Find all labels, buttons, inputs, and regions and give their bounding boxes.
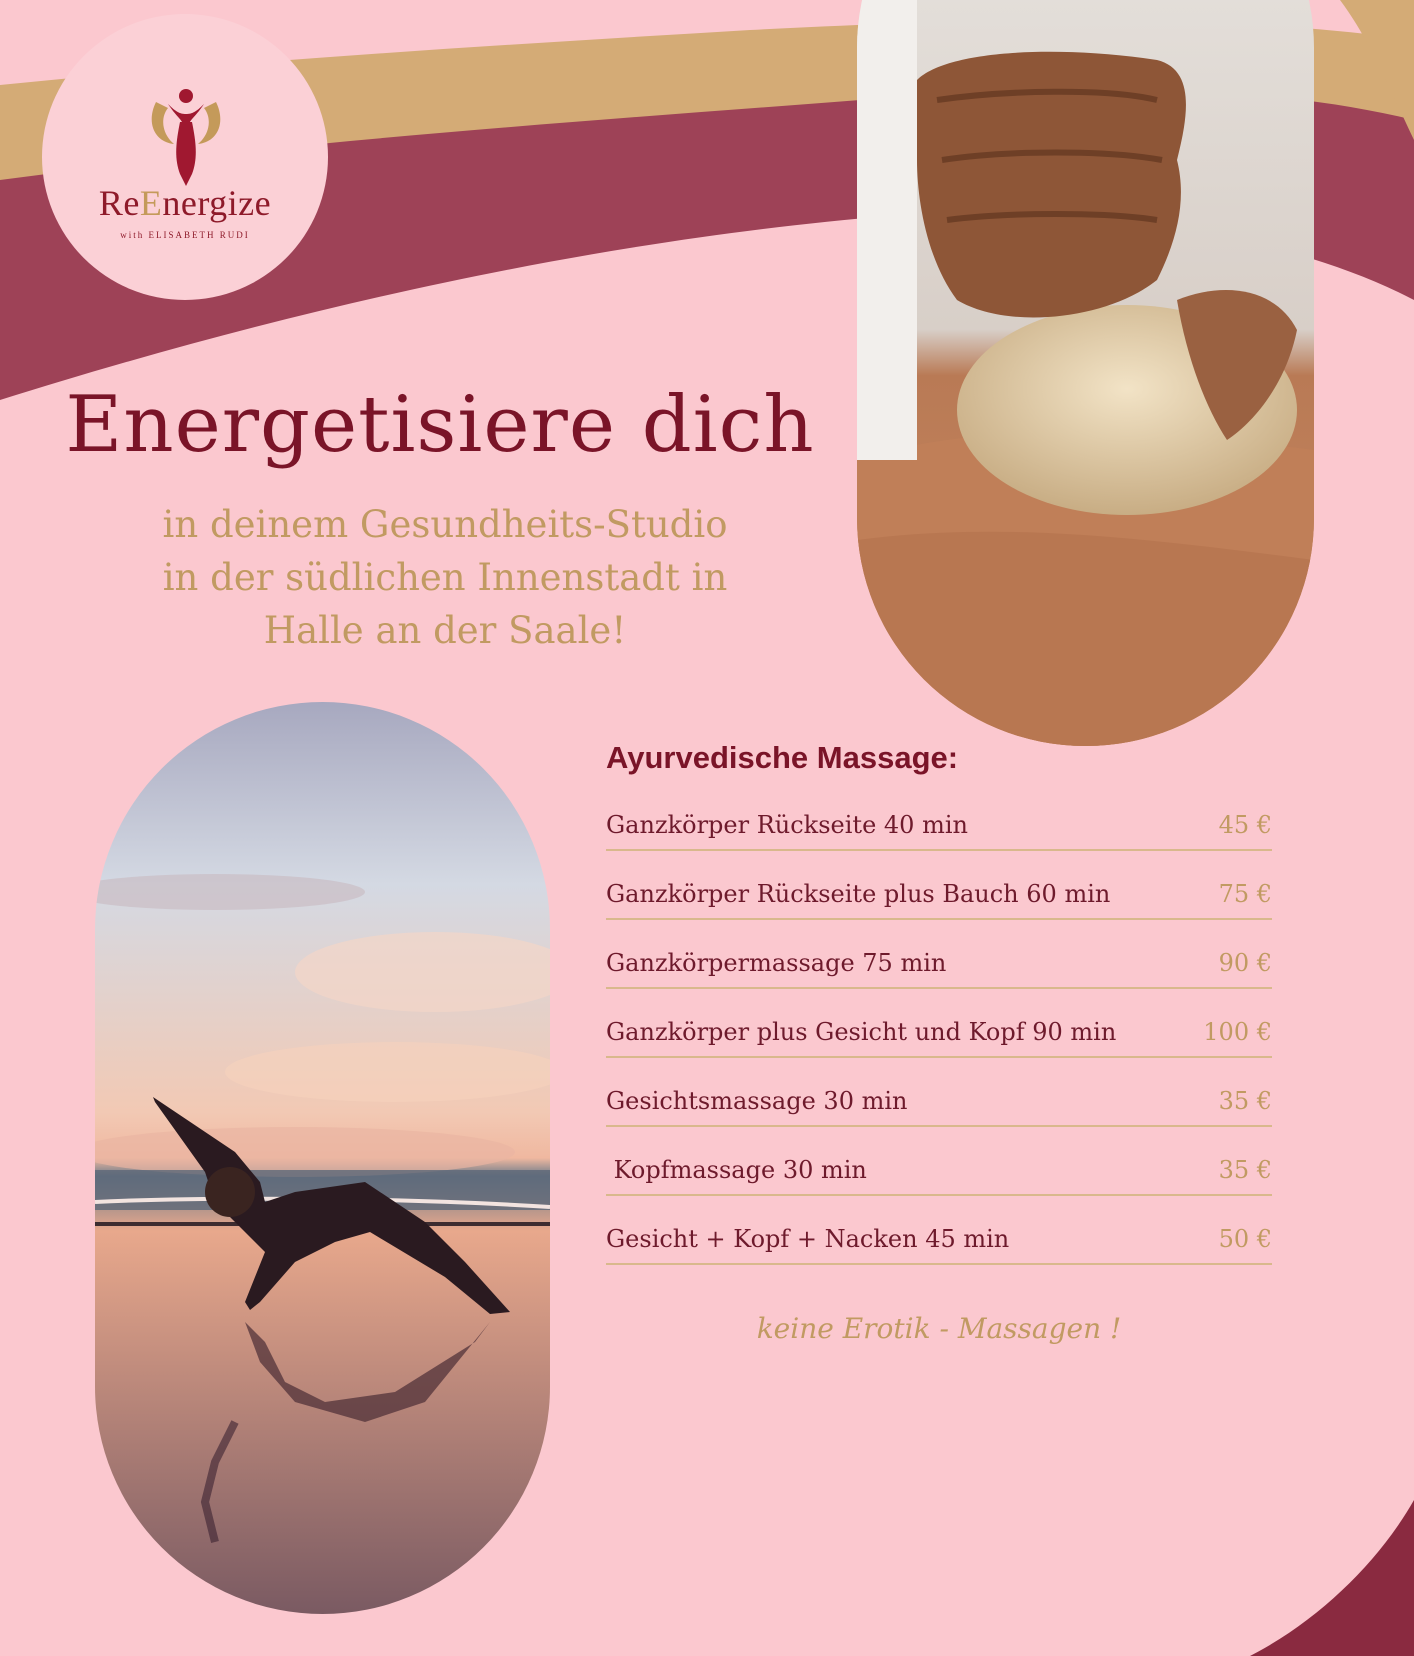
menu-item-name: Ganzkörper plus Gesicht und Kopf 90 min	[606, 1018, 1117, 1046]
menu-item-price: 35 €	[1218, 1156, 1272, 1184]
goddess-logo-icon	[151, 89, 221, 186]
subline-line-2: in der südlichen Innenstadt in	[162, 556, 728, 599]
menu-item: Ganzkörper plus Gesicht und Kopf 90 min …	[606, 1003, 1272, 1058]
logo-tagline: with ELISABETH RUDI	[120, 230, 250, 240]
logo-wordmark: ReEnergize	[42, 182, 328, 224]
menu-item-name: Gesicht + Kopf + Nacken 45 min	[606, 1225, 1010, 1253]
menu-item-price: 45 €	[1218, 811, 1272, 839]
massage-photo	[857, 0, 1314, 746]
menu-item: Gesicht + Kopf + Nacken 45 min 50 €	[606, 1210, 1272, 1265]
menu-item-price: 100 €	[1203, 1018, 1272, 1046]
menu-item: Gesichtsmassage 30 min 35 €	[606, 1072, 1272, 1127]
menu-item-price: 90 €	[1218, 949, 1272, 977]
logo-name-nergize: nergize	[162, 183, 272, 223]
menu-item-name: Ganzkörpermassage 75 min	[606, 949, 947, 977]
menu-item-price: 35 €	[1218, 1087, 1272, 1115]
price-menu: Ayurvedische Massage: Ganzkörper Rücksei…	[606, 740, 1272, 1279]
menu-item: Ganzkörpermassage 75 min 90 €	[606, 934, 1272, 989]
menu-title: Ayurvedische Massage:	[606, 740, 959, 775]
subline: in deinem Gesundheits-Studio in der südl…	[60, 498, 830, 657]
menu-item-name: Ganzkörper Rückseite 40 min	[606, 811, 968, 839]
menu-item-price: 75 €	[1218, 880, 1272, 908]
logo-name-re: Re	[98, 183, 140, 223]
menu-item: Ganzkörper Rückseite plus Bauch 60 min 7…	[606, 865, 1272, 920]
menu-item-name: Ganzkörper Rückseite plus Bauch 60 min	[606, 880, 1111, 908]
menu-item-name: Kopfmassage 30 min	[606, 1156, 867, 1184]
menu-item: Ganzkörper Rückseite 40 min 45 €	[606, 796, 1272, 851]
menu-item: Kopfmassage 30 min 35 €	[606, 1141, 1272, 1196]
disclaimer: keine Erotik - Massagen !	[756, 1312, 1122, 1345]
yoga-beach-photo	[95, 702, 550, 1614]
menu-item-name: Gesichtsmassage 30 min	[606, 1087, 908, 1115]
headline: Energetisiere dich	[65, 380, 815, 470]
subline-line-1: in deinem Gesundheits-Studio	[162, 503, 728, 546]
menu-item-price: 50 €	[1218, 1225, 1272, 1253]
logo-name-e: E	[139, 183, 163, 223]
subline-line-3: Halle an der Saale!	[263, 609, 627, 652]
logo-badge: ReEnergize with ELISABETH RUDI	[42, 14, 328, 300]
